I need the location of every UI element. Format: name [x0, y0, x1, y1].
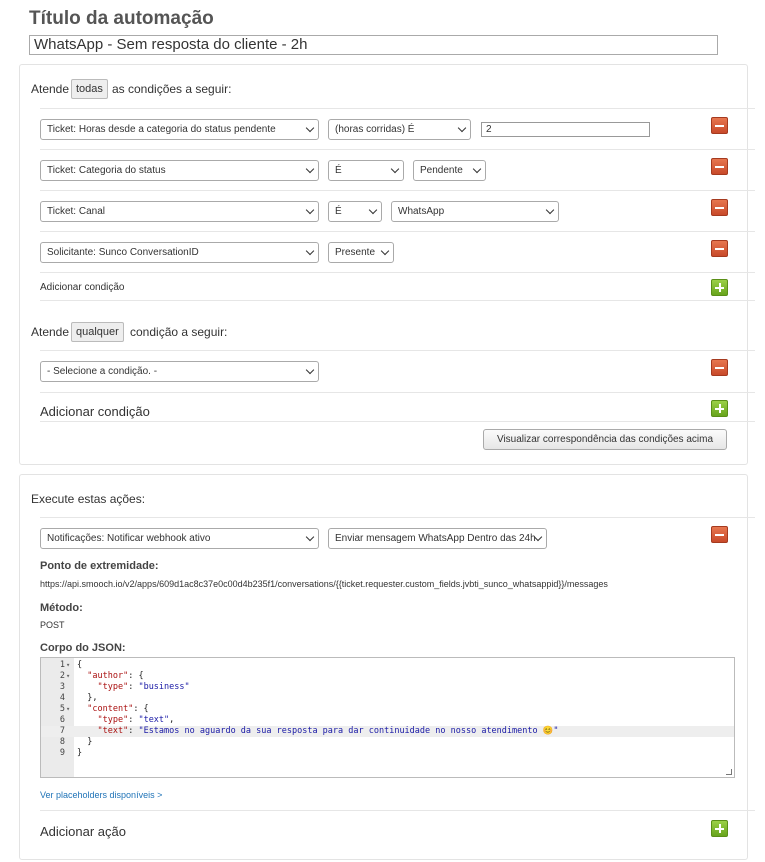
actions-panel: Execute estas ações: Notificações: Notif… — [19, 474, 755, 860]
divider — [40, 392, 755, 393]
line-number: 9 — [59, 748, 65, 758]
chevron-down-icon — [368, 205, 378, 215]
divider — [40, 190, 755, 191]
resize-handle-icon[interactable] — [726, 769, 732, 775]
placeholders-link[interactable]: Ver placeholders disponíveis > — [40, 790, 162, 800]
code-text: } — [77, 748, 83, 758]
condition-field-select[interactable]: Solicitante: Sunco ConversationID — [40, 242, 319, 263]
add-condition-button[interactable] — [711, 279, 728, 296]
code-line: 3 "type": "business" — [41, 682, 734, 693]
code-line: 1 ▾ { — [41, 660, 734, 671]
add-condition-link[interactable]: Adicionar condição — [40, 282, 125, 293]
page-title: Título da automação — [29, 8, 214, 29]
any-conditions-chip[interactable]: qualquer — [71, 322, 124, 342]
chevron-down-icon — [472, 164, 482, 174]
line-number: 3 — [59, 682, 65, 692]
code-line: 4 }, — [41, 693, 734, 704]
divider — [40, 421, 755, 422]
code-line: 8 } — [41, 737, 734, 748]
condition-value-select[interactable]: WhatsApp — [391, 201, 559, 222]
chevron-down-icon — [305, 164, 315, 174]
action-field-select[interactable]: Notificações: Notificar webhook ativo — [40, 528, 319, 549]
condition-field-select[interactable]: - Selecione a condição. - — [40, 361, 319, 382]
code-line: 2 ▾ "author": { — [41, 671, 734, 682]
conditions-panel: Atende todas as condições a seguir: Tick… — [19, 64, 755, 465]
code-text: }, — [77, 693, 98, 703]
json-body-editor[interactable]: 1 ▾{2 ▾ "author": {3 "type": "business" 4 }… — [40, 657, 735, 778]
automation-name-input[interactable]: WhatsApp - Sem resposta do cliente - 2h — [29, 35, 718, 55]
remove-condition-button[interactable] — [711, 158, 728, 175]
code-text: "content": { — [87, 704, 149, 714]
actions-heading: Execute estas ações: — [31, 492, 146, 506]
chevron-down-icon — [305, 205, 315, 215]
all-conditions-prefix: Atende — [31, 82, 70, 96]
remove-condition-button[interactable] — [711, 359, 728, 376]
condition-operator-select[interactable]: Presente — [328, 242, 394, 263]
preview-matches-button[interactable]: Visualizar correspondência das condições… — [483, 429, 727, 450]
remove-condition-button[interactable] — [711, 240, 728, 257]
line-number: 6 — [59, 715, 65, 725]
line-number: 8 — [59, 737, 65, 747]
endpoint-value: https://api.smooch.io/v2/apps/609d1ac8c3… — [40, 579, 608, 589]
code-text: "author": { — [87, 671, 144, 681]
chevron-down-icon — [380, 246, 390, 256]
condition-field-select[interactable]: Ticket: Categoria do status — [40, 160, 319, 181]
all-conditions-chip[interactable]: todas — [71, 79, 108, 99]
line-number: 4 — [59, 693, 65, 703]
any-conditions-suffix: condição a seguir: — [130, 325, 228, 339]
code-text: } — [77, 737, 93, 747]
condition-value-input[interactable]: 2 — [481, 122, 650, 137]
method-label: Método: — [40, 602, 83, 614]
condition-operator-select[interactable]: É — [328, 160, 404, 181]
code-text: "text": "Estamos no aguardo da sua respo… — [97, 726, 559, 736]
endpoint-label: Ponto de extremidade: — [40, 560, 159, 572]
condition-operator-select[interactable]: (horas corridas) É — [328, 119, 471, 140]
code-line: 9} — [41, 748, 734, 759]
line-number: 1 — [59, 660, 65, 670]
divider — [40, 149, 755, 150]
chevron-down-icon — [305, 532, 315, 542]
chevron-down-icon — [390, 164, 400, 174]
condition-field-select[interactable]: Ticket: Canal — [40, 201, 319, 222]
fold-toggle-icon[interactable]: ▾ — [66, 704, 70, 715]
remove-condition-button[interactable] — [711, 117, 728, 134]
code-text: "type": "business" — [97, 682, 190, 692]
divider — [40, 108, 755, 109]
chevron-down-icon — [545, 205, 555, 215]
json-body-label: Corpo do JSON: — [40, 642, 126, 654]
divider — [40, 517, 755, 518]
line-number: 7 — [59, 726, 65, 736]
code-line: 7 "text": "Estamos no aguardo da sua res… — [41, 726, 734, 737]
chevron-down-icon — [457, 123, 467, 133]
chevron-down-icon — [305, 365, 315, 375]
divider — [40, 300, 755, 301]
add-action-button[interactable] — [711, 820, 728, 837]
condition-operator-select[interactable]: É — [328, 201, 382, 222]
code-text: "type": "text", — [97, 715, 175, 725]
condition-field-select[interactable]: Ticket: Horas desde a categoria do statu… — [40, 119, 319, 140]
all-conditions-suffix: as condições a seguir: — [112, 82, 232, 96]
action-value-select[interactable]: Enviar mensagem WhatsApp Dentro das 24h — [328, 528, 547, 549]
fold-toggle-icon[interactable]: ▾ — [66, 671, 70, 682]
line-number: 2 — [59, 671, 65, 681]
divider — [40, 350, 755, 351]
add-any-condition-button[interactable] — [711, 400, 728, 417]
add-any-condition-link[interactable]: Adicionar condição — [40, 404, 150, 419]
divider — [40, 231, 755, 232]
add-action-link[interactable]: Adicionar ação — [40, 824, 126, 839]
chevron-down-icon — [305, 246, 315, 256]
divider — [40, 810, 755, 811]
remove-condition-button[interactable] — [711, 199, 728, 216]
divider — [40, 272, 755, 273]
remove-action-button[interactable] — [711, 526, 728, 543]
code-line: 6 "type": "text", — [41, 715, 734, 726]
fold-toggle-icon[interactable]: ▾ — [66, 660, 70, 671]
code-text: { — [77, 660, 83, 670]
method-value: POST — [40, 620, 65, 630]
any-conditions-prefix: Atende — [31, 325, 70, 339]
code-line: 5 ▾ "content": { — [41, 704, 734, 715]
line-number: 5 — [59, 704, 65, 714]
chevron-down-icon — [305, 123, 315, 133]
condition-value-select[interactable]: Pendente — [413, 160, 486, 181]
